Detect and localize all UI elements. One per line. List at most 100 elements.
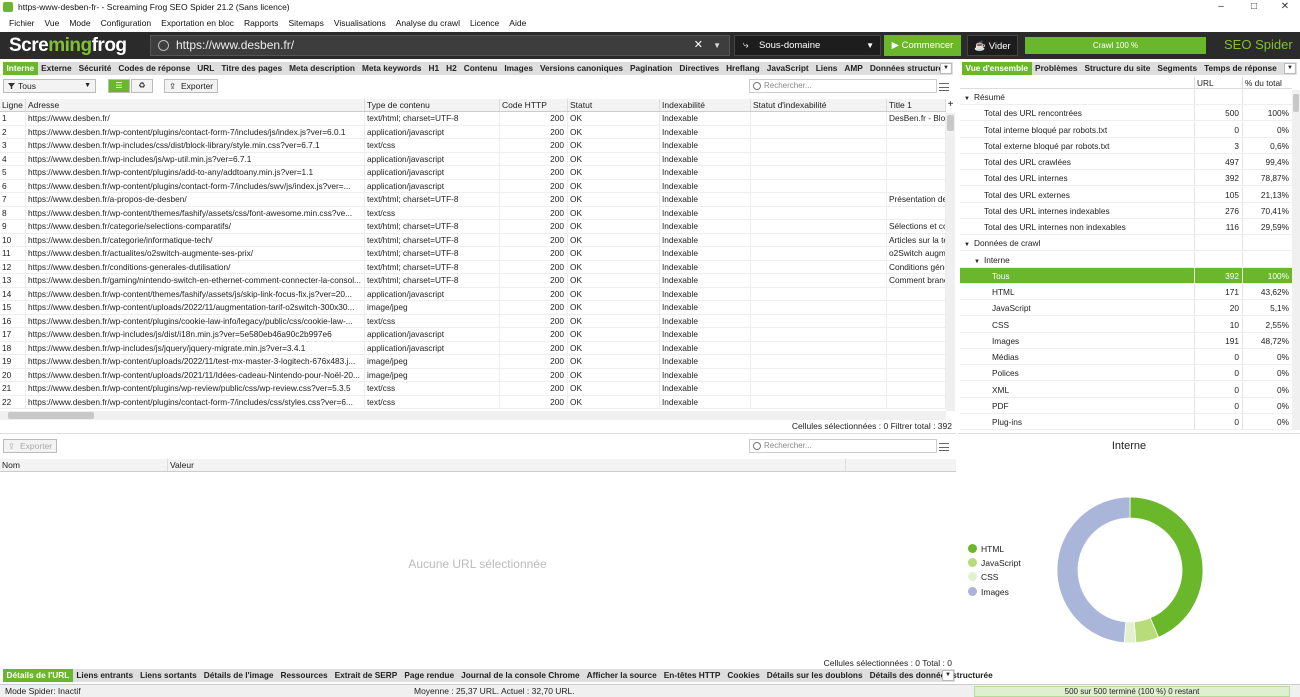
summary-row[interactable]: Total des URL internes 392 78,87%	[960, 170, 1292, 187]
main-search-input[interactable]: Rechercher...	[749, 79, 937, 93]
column-type-de-contenu[interactable]: Type de contenu	[365, 99, 500, 111]
summary-row[interactable]: ▼ Données de crawl	[960, 235, 1292, 252]
table-row[interactable]: 22 https://www.desben.fr/wp-content/plugi…	[0, 395, 946, 409]
menu-sitemaps[interactable]: Sitemaps	[283, 18, 328, 28]
filter-dropdown[interactable]: Tous ▼	[3, 79, 96, 93]
tab-liens[interactable]: Liens	[812, 62, 841, 75]
column-indexabilite[interactable]: Indexabilité	[660, 99, 751, 111]
table-row[interactable]: 12 https://www.desben.fr/conditions-gener…	[0, 260, 946, 274]
table-row[interactable]: 8 https://www.desben.fr/wp-content/themes…	[0, 206, 946, 220]
summary-row[interactable]: CSS 10 2,55%	[960, 316, 1292, 333]
table-row[interactable]: 6 https://www.desben.fr/wp-content/plugin…	[0, 179, 946, 193]
expand-triangle-icon[interactable]: ▼	[974, 254, 980, 267]
summary-row[interactable]: Images 191 48,72%	[960, 332, 1292, 349]
menu-aide[interactable]: Aide	[504, 18, 531, 28]
donut-slice-images[interactable]	[1056, 496, 1131, 644]
menu-analyse[interactable]: Analyse du crawl	[391, 18, 465, 28]
menu-fichier[interactable]: Fichier	[4, 18, 40, 28]
summary-row[interactable]: PDF 0 0%	[960, 397, 1292, 414]
table-row[interactable]: 9 https://www.desben.fr/categorie/selecti…	[0, 220, 946, 234]
tab-vue-d-ensemble[interactable]: Vue d'ensemble	[962, 62, 1032, 75]
summary-row[interactable]: ▼ Résumé	[960, 89, 1292, 106]
summary-row[interactable]: Total externe bloqué par robots.txt 3 0,6%	[960, 137, 1292, 154]
close-window-button[interactable]: ✕	[1268, 0, 1300, 14]
table-row[interactable]: 20 https://www.desben.fr/wp-content/uploa…	[0, 368, 946, 382]
column-code-http[interactable]: Code HTTP	[500, 99, 568, 111]
table-row[interactable]: 13 https://www.desben.fr/gaming/nintendo-…	[0, 274, 946, 288]
tab-details-sur-les-doublons[interactable]: Détails sur les doublons	[763, 669, 866, 682]
summary-row[interactable]: XML 0 0%	[960, 381, 1292, 398]
start-button[interactable]: ▶ Commencer	[884, 35, 961, 56]
tab-javascript[interactable]: JavaScript	[763, 62, 812, 75]
export-button[interactable]: ⇪ Exporter	[164, 79, 218, 93]
summary-row[interactable]: JavaScript 20 5,1%	[960, 300, 1292, 317]
menu-vue[interactable]: Vue	[40, 18, 65, 28]
table-row[interactable]: 21 https://www.desben.fr/wp-content/plugi…	[0, 382, 946, 396]
summary-row[interactable]: Tous 392 100%	[960, 267, 1292, 284]
tab-directives[interactable]: Directives	[676, 62, 723, 75]
summary-col-url[interactable]: URL	[1194, 77, 1242, 88]
tab-page-rendue[interactable]: Page rendue	[401, 669, 458, 682]
donut-slice-html[interactable]	[1129, 496, 1204, 638]
summary-row[interactable]: Médias 0 0%	[960, 349, 1292, 366]
table-row[interactable]: 19 https://www.desben.fr/wp-content/uploa…	[0, 355, 946, 369]
list-view-button[interactable]: ☰	[108, 79, 130, 93]
column-statut-d-indexabilite[interactable]: Statut d'indexabilité	[751, 99, 887, 111]
more-right-tabs-dropdown[interactable]: ▼	[1284, 63, 1296, 74]
tab-temps-de-reponse[interactable]: Temps de réponse	[1201, 62, 1281, 75]
tab-problemes[interactable]: Problèmes	[1032, 62, 1081, 75]
summary-row[interactable]: Total des URL internes indexables 276 70,4…	[960, 202, 1292, 219]
tab-contenu[interactable]: Contenu	[460, 62, 501, 75]
menu-visualisations[interactable]: Visualisations	[329, 18, 391, 28]
table-row[interactable]: 7 https://www.desben.fr/a-propos-de-desbe…	[0, 193, 946, 207]
table-row[interactable]: 15 https://www.desben.fr/wp-content/uploa…	[0, 301, 946, 315]
summary-row[interactable]: Total interne bloqué par robots.txt 0 0%	[960, 121, 1292, 138]
table-row[interactable]: 4 https://www.desben.fr/wp-includes/js/wp…	[0, 152, 946, 166]
main-vertical-scrollbar[interactable]	[946, 113, 955, 411]
more-detail-tabs-dropdown[interactable]: ▼	[942, 670, 954, 681]
table-row[interactable]: 10 https://www.desben.fr/categorie/inform…	[0, 233, 946, 247]
tab-externe[interactable]: Externe	[38, 62, 75, 75]
tab-segments[interactable]: Segments	[1154, 62, 1201, 75]
summary-scrollbar[interactable]	[1292, 90, 1300, 430]
summary-row[interactable]: Total des URL rencontrées 500 100%	[960, 105, 1292, 122]
maximize-button[interactable]: □	[1237, 0, 1271, 14]
add-column-icon[interactable]: +	[946, 99, 955, 112]
main-horizontal-scrollbar[interactable]	[0, 411, 946, 420]
tab-h2[interactable]: H2	[443, 62, 461, 75]
tab-codes-de-reponse[interactable]: Codes de réponse	[115, 62, 194, 75]
tab-details-de-l-url[interactable]: Détails de l'URL	[3, 669, 73, 682]
clear-button[interactable]: ☕ Vider	[967, 35, 1018, 56]
table-row[interactable]: 3 https://www.desben.fr/wp-includes/css/d…	[0, 139, 946, 153]
menu-mode[interactable]: Mode	[64, 18, 95, 28]
table-row[interactable]: 1 https://www.desben.fr/text/html; charse…	[0, 112, 946, 126]
tab-amp[interactable]: AMP	[841, 62, 866, 75]
tab-liens-entrants[interactable]: Liens entrants	[73, 669, 137, 682]
summary-row[interactable]: Total des URL internes non indexables 116…	[960, 219, 1292, 236]
expand-triangle-icon[interactable]: ▼	[964, 91, 970, 104]
summary-row[interactable]: ▼ Interne	[960, 251, 1292, 268]
menu-configuration[interactable]: Configuration	[96, 18, 157, 28]
menu-licence[interactable]: Licence	[465, 18, 504, 28]
tab-url[interactable]: URL	[194, 62, 218, 75]
table-row[interactable]: 17 https://www.desben.fr/wp-includes/js/d…	[0, 328, 946, 342]
tab-structure-du-site[interactable]: Structure du site	[1081, 62, 1154, 75]
tab-images[interactable]: Images	[501, 62, 537, 75]
tab-journal-de-la-console-chrome[interactable]: Journal de la console Chrome	[458, 669, 584, 682]
table-row[interactable]: 14 https://www.desben.fr/wp-content/theme…	[0, 287, 946, 301]
tab-details-de-l-image[interactable]: Détails de l'image	[200, 669, 277, 682]
tab-details-des-donnees-structuree[interactable]: Détails des données structurée	[866, 669, 996, 682]
column-title-1[interactable]: Title 1	[887, 99, 946, 111]
more-tabs-dropdown[interactable]: ▼	[940, 63, 952, 74]
tab-versions-canoniques[interactable]: Versions canoniques	[536, 62, 626, 75]
table-row[interactable]: 18 https://www.desben.fr/wp-includes/js/j…	[0, 341, 946, 355]
column-statut[interactable]: Statut	[568, 99, 660, 111]
column-adresse[interactable]: Adresse	[26, 99, 365, 111]
column-nom[interactable]: Nom	[0, 459, 168, 471]
tab-meta-keywords[interactable]: Meta keywords	[359, 62, 425, 75]
column-valeur[interactable]: Valeur	[168, 459, 846, 471]
tab-pagination[interactable]: Pagination	[626, 62, 675, 75]
summary-col-pct[interactable]: % du total	[1242, 77, 1292, 88]
crawl-mode-select[interactable]: ⤷ Sous-domaine ▼	[734, 35, 881, 56]
tab-cookies[interactable]: Cookies	[724, 669, 763, 682]
